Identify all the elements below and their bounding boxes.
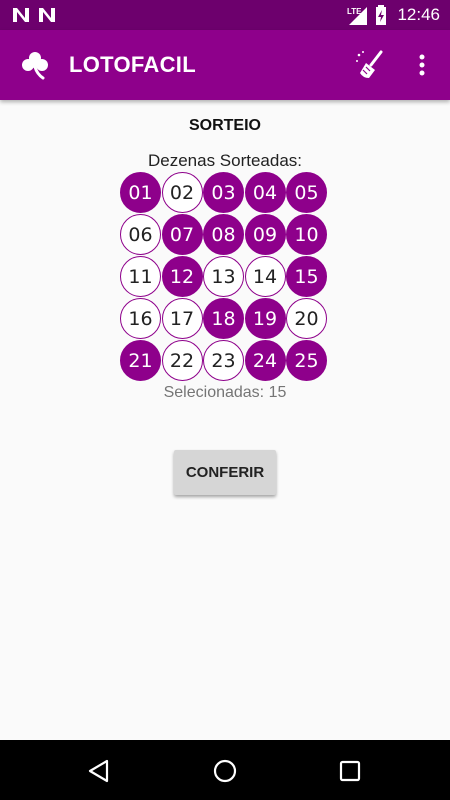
- notification-n-icon: [13, 8, 29, 22]
- number-ball-10[interactable]: 10: [286, 214, 327, 255]
- number-ball-14[interactable]: 14: [244, 256, 286, 297]
- selected-count: Selecionadas: 15: [163, 384, 287, 401]
- signal-icon: LTE: [347, 7, 368, 25]
- number-ball-08[interactable]: 08: [203, 214, 244, 255]
- battery-icon: [376, 5, 387, 25]
- number-ball-24[interactable]: 24: [244, 340, 286, 381]
- number-ball-03[interactable]: 03: [203, 172, 244, 213]
- number-ball-07[interactable]: 07: [161, 214, 203, 255]
- number-ball-11[interactable]: 11: [120, 256, 161, 297]
- number-ball-09[interactable]: 09: [244, 214, 286, 255]
- grid-label: Dezenas Sorteadas:: [147, 151, 303, 170]
- check-button[interactable]: CONFERIR: [174, 450, 276, 495]
- status-bar: LTE 12:46: [0, 0, 450, 30]
- number-ball-13[interactable]: 13: [203, 256, 244, 297]
- number-ball-23[interactable]: 23: [203, 340, 244, 381]
- number-ball-02[interactable]: 02: [161, 172, 203, 213]
- number-ball-19[interactable]: 19: [244, 298, 286, 339]
- section-title: SORTEIO: [188, 117, 261, 134]
- number-ball-16[interactable]: 16: [120, 298, 161, 339]
- more-vert-icon[interactable]: [410, 50, 434, 80]
- broom-icon[interactable]: [354, 49, 386, 81]
- clock: 12:46: [397, 5, 440, 24]
- number-ball-18[interactable]: 18: [203, 298, 244, 339]
- main-content: SORTEIO Dezenas Sorteadas: 01 02 03 04 05 06 0…: [0, 100, 450, 740]
- number-ball-01[interactable]: 01: [120, 172, 161, 213]
- number-ball-04[interactable]: 04: [244, 172, 286, 213]
- navigation-bar: [0, 740, 450, 800]
- number-ball-12[interactable]: 12: [161, 256, 203, 297]
- number-grid: 01 02 03 04 05 06 07 08 09 10 11 12 13 14 15 16 17 18 19 20…: [120, 172, 330, 381]
- clover-icon: [22, 52, 48, 80]
- back-icon[interactable]: [86, 758, 112, 784]
- number-ball-17[interactable]: 17: [161, 298, 203, 339]
- recents-icon[interactable]: [338, 759, 362, 783]
- app-title: LOTOFACIL: [69, 52, 196, 77]
- app-bar: LOTOFACIL: [0, 30, 450, 100]
- number-ball-20[interactable]: 20: [286, 298, 327, 339]
- home-icon[interactable]: [212, 758, 238, 784]
- number-ball-15[interactable]: 15: [286, 256, 327, 297]
- number-ball-06[interactable]: 06: [120, 214, 161, 255]
- number-ball-21[interactable]: 21: [120, 340, 161, 381]
- number-ball-05[interactable]: 05: [286, 172, 327, 213]
- number-ball-22[interactable]: 22: [161, 340, 203, 381]
- number-ball-25[interactable]: 25: [286, 340, 327, 381]
- notification-n-icon: [39, 8, 55, 22]
